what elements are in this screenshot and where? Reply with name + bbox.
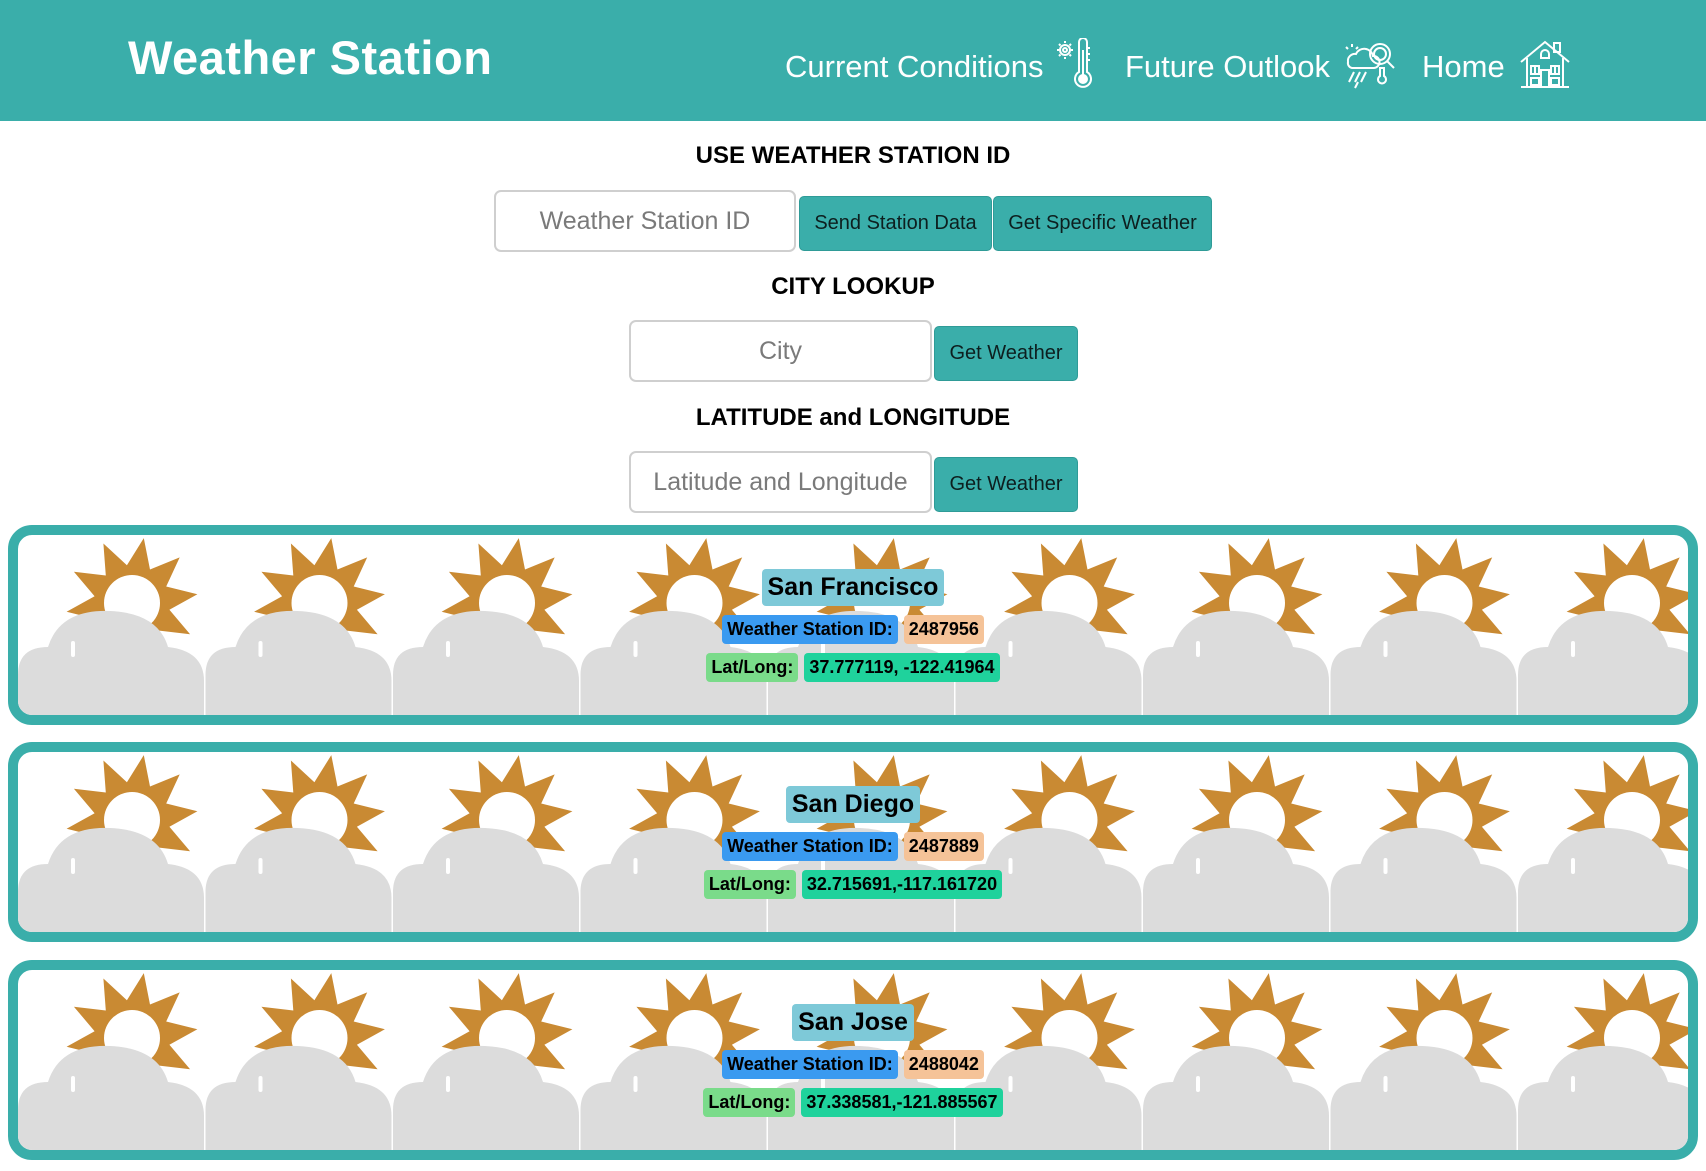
lat-long-value: 37.777119, -122.41964 bbox=[804, 652, 1000, 682]
house-icon bbox=[1520, 40, 1570, 88]
station-id-label: Weather Station ID: bbox=[722, 1049, 898, 1079]
nav-future-outlook-label: Future Outlook bbox=[1125, 49, 1331, 84]
lat-long-row: Lat/Long: 32.715691,-117.161720 bbox=[703, 869, 1003, 899]
station-card-info: San Jose Weather Station ID: 2488042 Lat… bbox=[18, 970, 1688, 1150]
city-get-weather-button[interactable]: Get Weather bbox=[934, 326, 1078, 381]
nav-future-outlook[interactable]: Future Outlook bbox=[1125, 26, 1396, 90]
station-id-row: Weather Station ID: 2487956 bbox=[722, 614, 984, 644]
station-id-label: Weather Station ID: bbox=[722, 614, 898, 644]
station-city-name: San Diego bbox=[785, 785, 921, 823]
nav-current-conditions-label: Current Conditions bbox=[785, 49, 1044, 84]
thermometer-icon bbox=[1057, 38, 1093, 88]
station-id-row: Weather Station ID: 2488042 bbox=[722, 1049, 984, 1079]
weather-outlook-icon bbox=[1345, 43, 1395, 89]
station-id-heading: USE WEATHER STATION ID bbox=[695, 142, 1011, 169]
station-id-row: Weather Station ID: 2487889 bbox=[722, 831, 984, 861]
lat-long-get-weather-button[interactable]: Get Weather bbox=[934, 457, 1078, 512]
station-card-info: San Diego Weather Station ID: 2487889 La… bbox=[18, 752, 1688, 932]
station-card[interactable]: San Jose Weather Station ID: 2488042 Lat… bbox=[8, 960, 1698, 1160]
lat-long-label: Lat/Long: bbox=[703, 1087, 796, 1117]
station-id-label: Weather Station ID: bbox=[722, 831, 898, 861]
app-header: Weather Station Current Conditions Futur… bbox=[0, 0, 1706, 121]
lat-long-value: 37.338581,-121.885567 bbox=[801, 1087, 1003, 1117]
nav-home[interactable]: Home bbox=[1422, 26, 1571, 90]
app-title: Weather Station bbox=[128, 31, 493, 84]
station-city-name: San Francisco bbox=[761, 568, 945, 606]
station-id-value: 2488042 bbox=[903, 1049, 984, 1079]
nav-home-label: Home bbox=[1422, 49, 1505, 84]
lat-long-label: Lat/Long: bbox=[703, 869, 796, 899]
city-input[interactable] bbox=[629, 320, 932, 382]
station-city-name: San Jose bbox=[792, 1003, 914, 1041]
send-station-data-button[interactable]: Send Station Data bbox=[799, 196, 992, 251]
lat-long-heading: LATITUDE and LONGITUDE bbox=[695, 404, 1011, 431]
station-card-info: San Francisco Weather Station ID: 248795… bbox=[18, 535, 1688, 715]
lat-long-value: 32.715691,-117.161720 bbox=[801, 869, 1003, 899]
city-lookup-heading: CITY LOOKUP bbox=[771, 273, 935, 300]
station-card[interactable]: San Diego Weather Station ID: 2487889 La… bbox=[8, 742, 1698, 942]
station-id-value: 2487956 bbox=[903, 614, 984, 644]
station-id-value: 2487889 bbox=[903, 831, 984, 861]
get-specific-weather-button[interactable]: Get Specific Weather bbox=[993, 196, 1212, 251]
lat-long-label: Lat/Long: bbox=[706, 652, 799, 682]
nav-current-conditions[interactable]: Current Conditions bbox=[785, 26, 1093, 90]
lat-long-row: Lat/Long: 37.777119, -122.41964 bbox=[706, 652, 1000, 682]
station-id-input[interactable] bbox=[494, 190, 796, 252]
lat-long-input[interactable] bbox=[629, 451, 932, 513]
lat-long-row: Lat/Long: 37.338581,-121.885567 bbox=[703, 1087, 1003, 1117]
station-card[interactable]: San Francisco Weather Station ID: 248795… bbox=[8, 525, 1698, 725]
